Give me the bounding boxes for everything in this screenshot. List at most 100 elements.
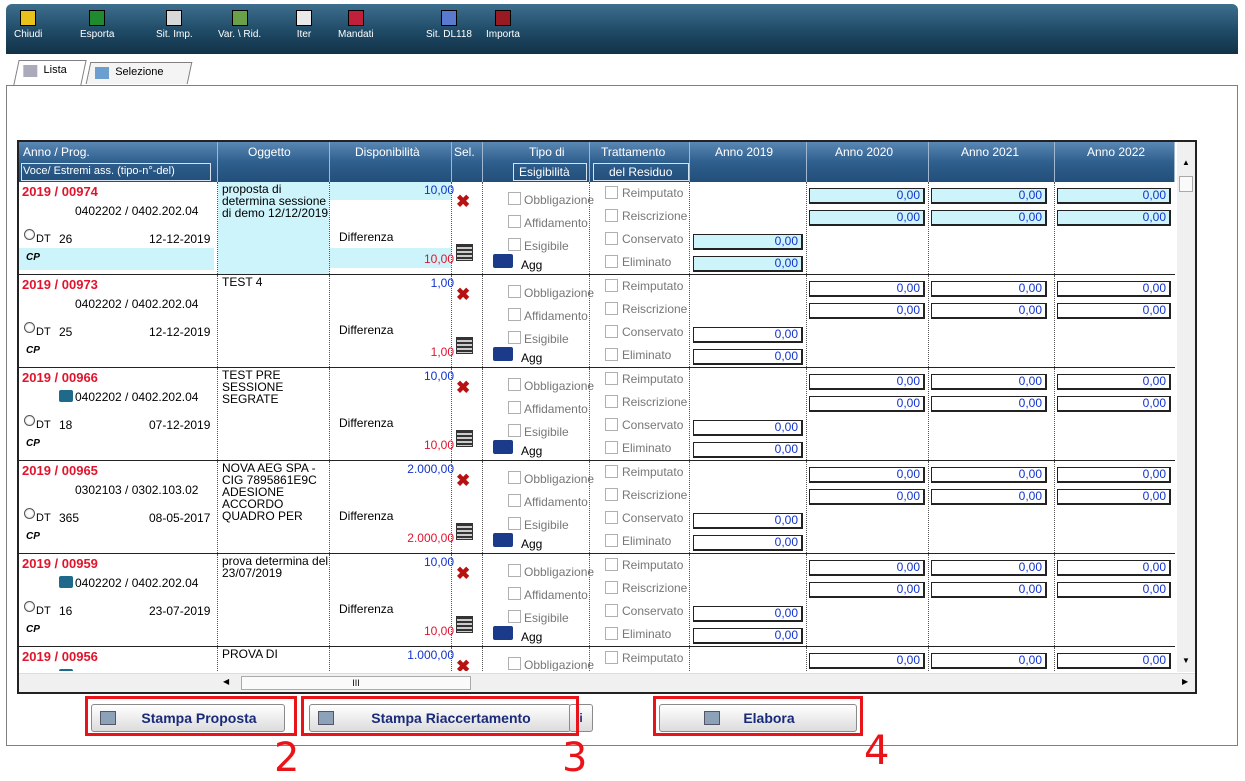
anno-prog[interactable]: 2019 / 00959 bbox=[22, 556, 98, 571]
aggiorna-icon[interactable] bbox=[493, 533, 513, 547]
book-icon[interactable] bbox=[59, 576, 73, 588]
a2021-field-1[interactable]: 0,00 bbox=[931, 281, 1047, 297]
header-oggetto[interactable]: Oggetto bbox=[248, 145, 291, 159]
a2021-field-2[interactable]: 0,00 bbox=[931, 489, 1047, 505]
table-row[interactable]: 2019 / 00956 0402202 / 0402.202.10 PROVA D… bbox=[19, 647, 1175, 671]
vertical-scrollbar[interactable]: ▲ ▼ bbox=[1177, 142, 1195, 672]
checkbox-conservato[interactable] bbox=[605, 604, 618, 617]
toolbar-button-7[interactable]: currency-icon Sit. DL118 bbox=[426, 6, 472, 52]
anno-2019-conservato-field[interactable]: 0,00 bbox=[693, 327, 803, 343]
checkbox-eliminato[interactable] bbox=[605, 534, 618, 547]
anno-2019-conservato-field[interactable]: 0,00 bbox=[693, 513, 803, 529]
anno-2019-eliminato-field[interactable]: 0,00 bbox=[693, 256, 803, 272]
a2021-field-1[interactable]: 0,00 bbox=[931, 188, 1047, 204]
a2021-field-2[interactable]: 0,00 bbox=[931, 210, 1047, 226]
checkbox-affidamento[interactable] bbox=[508, 494, 521, 507]
toolbar-button-2[interactable]: excel-export-icon Esporta bbox=[80, 6, 114, 52]
scroll-thumb[interactable] bbox=[1179, 176, 1193, 192]
scroll-left-arrow-icon[interactable]: ◀ bbox=[223, 677, 229, 686]
table-row[interactable]: 2019 / 00965 0302103 / 0302.103.02 DT 365 08… bbox=[19, 461, 1175, 554]
toolbar-button-8[interactable]: import-icon Importa bbox=[486, 6, 520, 52]
a2022-field-2[interactable]: 0,00 bbox=[1057, 210, 1171, 226]
status-radio[interactable] bbox=[24, 415, 35, 426]
header-sel[interactable]: Sel. bbox=[454, 145, 475, 159]
table-row[interactable]: 2019 / 00973 0402202 / 0402.202.04 DT 25 12-… bbox=[19, 275, 1175, 368]
anno-prog[interactable]: 2019 / 00966 bbox=[22, 370, 98, 385]
anno-2019-eliminato-field[interactable]: 0,00 bbox=[693, 442, 803, 458]
delete-icon[interactable]: ✖ bbox=[456, 471, 470, 491]
a2022-field-2[interactable]: 0,00 bbox=[1057, 303, 1171, 319]
a2020-field-1[interactable]: 0,00 bbox=[809, 653, 925, 669]
a2022-field-1[interactable]: 0,00 bbox=[1057, 281, 1171, 297]
a2021-field-2[interactable]: 0,00 bbox=[931, 396, 1047, 412]
anno-prog[interactable]: 2019 / 00965 bbox=[22, 463, 98, 478]
ledger-icon[interactable] bbox=[456, 616, 473, 633]
checkbox-affidamento[interactable] bbox=[508, 587, 521, 600]
a2022-field-1[interactable]: 0,00 bbox=[1057, 188, 1171, 204]
checkbox-eliminato[interactable] bbox=[605, 441, 618, 454]
header-anno-2022[interactable]: Anno 2022 bbox=[1087, 145, 1145, 159]
checkbox-eliminato[interactable] bbox=[605, 348, 618, 361]
header-tipo[interactable]: Tipo di bbox=[529, 145, 565, 159]
checkbox-obbligazione[interactable] bbox=[508, 192, 521, 205]
table-row[interactable]: 2019 / 00959 0402202 / 0402.202.04 DT 16 23-… bbox=[19, 554, 1175, 647]
checkbox-affidamento[interactable] bbox=[508, 401, 521, 414]
checkbox-obbligazione[interactable] bbox=[508, 564, 521, 577]
aggiorna-icon[interactable] bbox=[493, 347, 513, 361]
a2022-field-2[interactable]: 0,00 bbox=[1057, 582, 1171, 598]
a2022-field-1[interactable]: 0,00 bbox=[1057, 374, 1171, 390]
checkbox-obbligazione[interactable] bbox=[508, 471, 521, 484]
checkbox-conservato[interactable] bbox=[605, 325, 618, 338]
a2021-field-1[interactable]: 0,00 bbox=[931, 374, 1047, 390]
anno-2019-eliminato-field[interactable]: 0,00 bbox=[693, 535, 803, 551]
aggiorna-icon[interactable] bbox=[493, 440, 513, 454]
toolbar-button-3[interactable]: book-icon Sit. Imp. bbox=[156, 6, 193, 52]
anno-prog[interactable]: 2019 / 00973 bbox=[22, 277, 98, 292]
checkbox-conservato[interactable] bbox=[605, 511, 618, 524]
scroll-down-arrow-icon[interactable]: ▼ bbox=[1182, 656, 1190, 665]
anno-2019-eliminato-field[interactable]: 0,00 bbox=[693, 349, 803, 365]
a2020-field-2[interactable]: 0,00 bbox=[809, 582, 925, 598]
delete-icon[interactable]: ✖ bbox=[456, 192, 470, 212]
checkbox-obbligazione[interactable] bbox=[508, 378, 521, 391]
checkbox-esigibile[interactable] bbox=[508, 238, 521, 251]
ledger-icon[interactable] bbox=[456, 244, 473, 261]
table-row[interactable]: 2019 / 00966 0402202 / 0402.202.04 DT 18 07-… bbox=[19, 368, 1175, 461]
anno-2019-conservato-field[interactable]: 0,00 bbox=[693, 234, 803, 250]
checkbox-affidamento[interactable] bbox=[508, 308, 521, 321]
header-anno-2020[interactable]: Anno 2020 bbox=[835, 145, 893, 159]
checkbox-obbligazione[interactable] bbox=[508, 657, 521, 670]
ledger-icon[interactable] bbox=[456, 523, 473, 540]
a2022-field-1[interactable]: 0,00 bbox=[1057, 560, 1171, 576]
checkbox-reimputato[interactable] bbox=[605, 465, 618, 478]
header-anno-2021[interactable]: Anno 2021 bbox=[961, 145, 1019, 159]
a2020-field-2[interactable]: 0,00 bbox=[809, 489, 925, 505]
tab-lista[interactable]: Lista bbox=[13, 60, 87, 85]
checkbox-esigibile[interactable] bbox=[508, 424, 521, 437]
checkbox-conservato[interactable] bbox=[605, 418, 618, 431]
aggiorna-icon[interactable] bbox=[493, 626, 513, 640]
status-radio[interactable] bbox=[24, 508, 35, 519]
checkbox-reiscrizione[interactable] bbox=[605, 581, 618, 594]
status-radio[interactable] bbox=[24, 229, 35, 240]
checkbox-esigibile[interactable] bbox=[508, 610, 521, 623]
a2021-field-1[interactable]: 0,00 bbox=[931, 560, 1047, 576]
tab-selezione[interactable]: Selezione bbox=[85, 62, 193, 84]
status-radio[interactable] bbox=[24, 322, 35, 333]
checkbox-reimputato[interactable] bbox=[605, 372, 618, 385]
a2021-field-2[interactable]: 0,00 bbox=[931, 303, 1047, 319]
checkbox-eliminato[interactable] bbox=[605, 627, 618, 640]
status-radio[interactable] bbox=[24, 601, 35, 612]
a2022-field-1[interactable]: 0,00 bbox=[1057, 467, 1171, 483]
a2020-field-1[interactable]: 0,00 bbox=[809, 374, 925, 390]
toolbar-button-1[interactable]: close-icon Chiudi bbox=[14, 6, 42, 52]
anno-prog[interactable]: 2019 / 00956 bbox=[22, 649, 98, 664]
header-voce[interactable]: Voce/ Estremi ass. (tipo-n°-del) bbox=[23, 165, 175, 177]
ledger-icon[interactable] bbox=[456, 430, 473, 447]
checkbox-conservato[interactable] bbox=[605, 232, 618, 245]
table-row[interactable]: 2019 / 00974 0402202 / 0402.202.04 DT 26 12-… bbox=[19, 182, 1175, 275]
checkbox-reiscrizione[interactable] bbox=[605, 488, 618, 501]
checkbox-reimputato[interactable] bbox=[605, 558, 618, 571]
a2021-field-2[interactable]: 0,00 bbox=[931, 582, 1047, 598]
scroll-up-arrow-icon[interactable]: ▲ bbox=[1182, 158, 1190, 167]
